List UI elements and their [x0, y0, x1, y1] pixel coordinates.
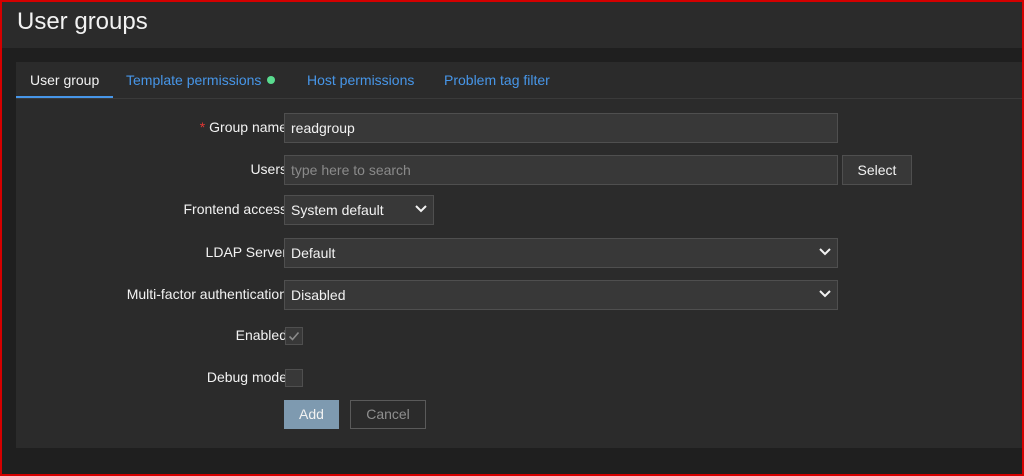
tab-template-permissions[interactable]: Template permissions	[126, 72, 276, 88]
tab-label: User group	[30, 72, 100, 88]
group-name-label: * Group name	[200, 119, 287, 135]
debug-mode-checkbox[interactable]	[285, 369, 303, 387]
group-name-label-text: Group name	[209, 119, 287, 135]
frontend-access-row: Frontend access System default	[16, 195, 1024, 225]
users-search-input[interactable]	[284, 155, 838, 185]
enabled-row: Enabled	[16, 321, 1024, 351]
tab-problem-tag-filter[interactable]: Problem tag filter	[444, 72, 550, 88]
cancel-button[interactable]: Cancel	[350, 400, 426, 429]
tab-label: Template permissions	[126, 72, 262, 88]
status-dot-icon	[267, 76, 276, 84]
ldap-server-row: LDAP Server Default	[16, 238, 1024, 268]
ldap-server-label: LDAP Server	[205, 244, 287, 260]
ldap-server-select[interactable]: Default	[284, 238, 838, 268]
tab-user-group[interactable]: User group	[30, 72, 99, 88]
chevron-down-icon	[819, 248, 831, 256]
group-name-row: * Group name	[16, 113, 1024, 143]
group-name-input[interactable]	[284, 113, 838, 143]
active-tab-indicator	[16, 96, 113, 98]
frontend-access-label: Frontend access	[183, 201, 288, 217]
users-row: Users Select	[16, 155, 1024, 185]
mfa-label: Multi-factor authentication	[126, 286, 287, 302]
debug-mode-row: Debug mode	[16, 363, 1024, 393]
tab-label: Host permissions	[307, 72, 415, 88]
mfa-row: Multi-factor authentication Disabled	[16, 280, 1024, 310]
chevron-down-icon	[819, 290, 831, 298]
enabled-label: Enabled	[235, 327, 287, 343]
ldap-server-value: Default	[291, 245, 336, 261]
form-panel: User group Template permissions Host per…	[16, 62, 1024, 448]
page-title: User groups	[17, 8, 148, 35]
debug-mode-label: Debug mode	[206, 369, 287, 385]
tab-bar: User group Template permissions Host per…	[16, 62, 1024, 99]
mfa-select[interactable]: Disabled	[284, 280, 838, 310]
chevron-down-icon	[415, 205, 427, 213]
required-mark: *	[199, 119, 206, 135]
users-label: Users	[250, 161, 287, 177]
tab-label: Problem tag filter	[444, 72, 550, 88]
frontend-access-value: System default	[291, 202, 384, 218]
tab-host-permissions[interactable]: Host permissions	[307, 72, 414, 88]
checkmark-icon	[288, 331, 300, 341]
add-button[interactable]: Add	[284, 400, 339, 429]
enabled-checkbox[interactable]	[285, 327, 303, 345]
page-header: User groups	[2, 2, 1022, 48]
select-users-button[interactable]: Select	[842, 155, 912, 185]
frontend-access-select[interactable]: System default	[284, 195, 434, 225]
mfa-value: Disabled	[291, 287, 346, 303]
